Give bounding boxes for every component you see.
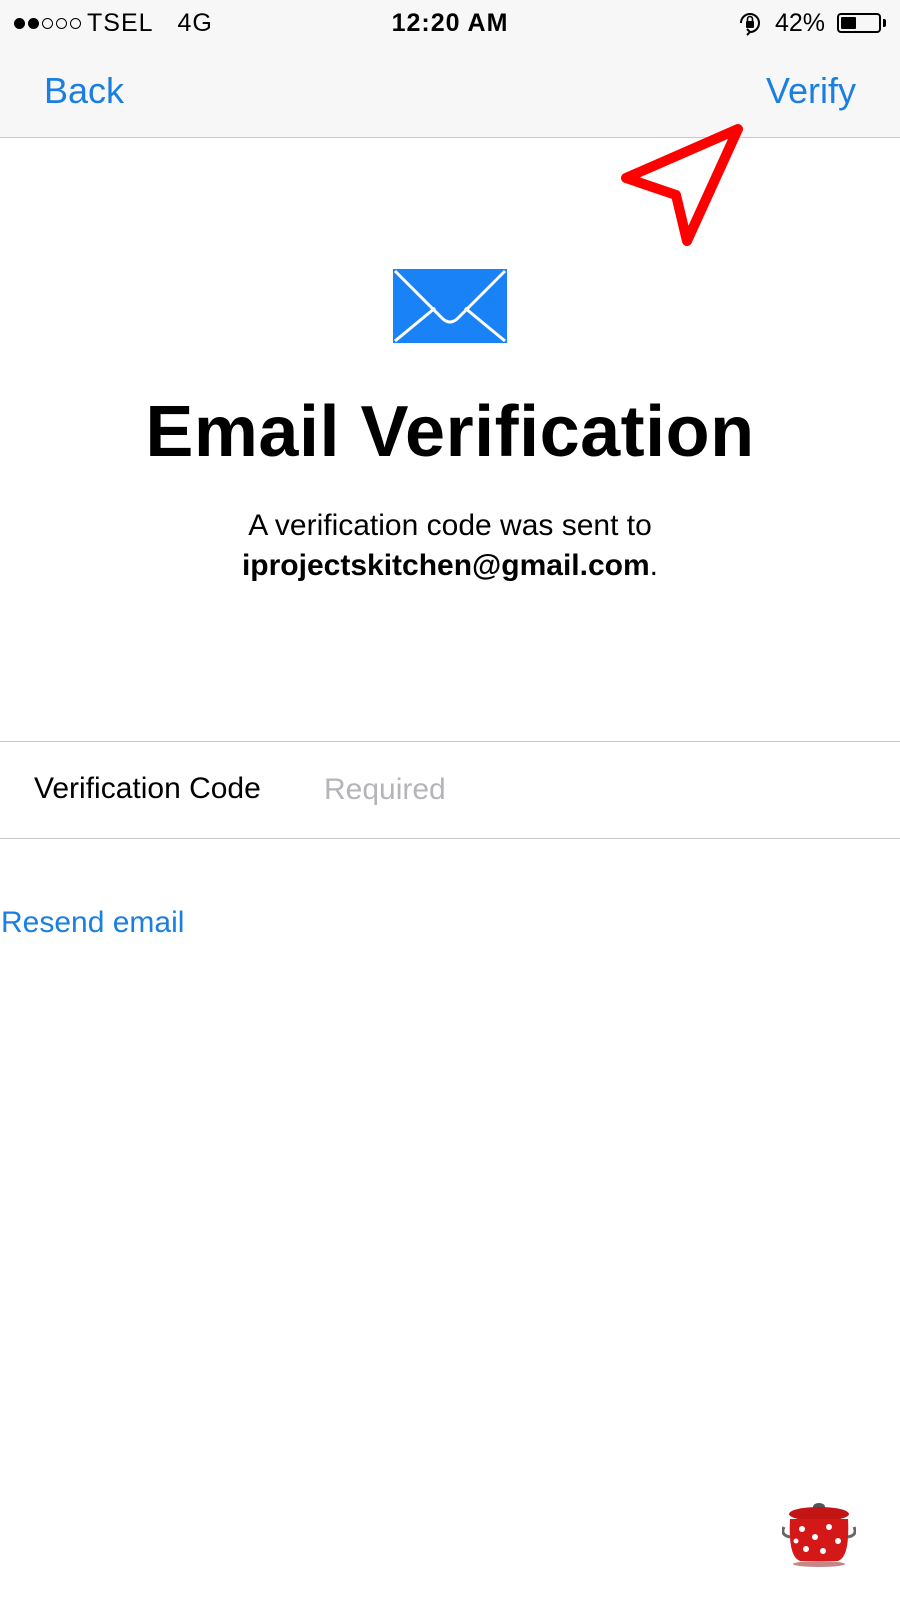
battery-fill (841, 17, 857, 29)
battery-tip (883, 19, 886, 27)
status-right: 42% (737, 0, 886, 46)
envelope-icon (393, 269, 507, 343)
page-title: Email Verification (145, 392, 755, 472)
subtitle-text: A verification code was sent to (248, 509, 652, 542)
email-line: iprojectskitchen@gmail.com. (0, 546, 900, 586)
battery-icon (837, 13, 886, 33)
verification-code-label: Verification Code (34, 772, 261, 805)
screen: TSEL 4G 12:20 AM 42% Back Verify Email V… (0, 0, 900, 1600)
email-address: iprojectskitchen@gmail.com (241, 549, 650, 582)
rotation-lock-icon (739, 13, 760, 36)
verification-code-row: Verification Code (0, 741, 900, 839)
navigation-bar: Back Verify (0, 46, 900, 138)
pot-sticker-icon (782, 1503, 856, 1567)
verify-button[interactable]: Verify (766, 70, 856, 112)
verification-code-input[interactable] (318, 762, 870, 818)
battery-body (837, 13, 881, 33)
annotation-arrow-icon (621, 124, 743, 246)
email-period: . (649, 549, 659, 582)
back-button[interactable]: Back (44, 70, 124, 112)
resend-email-link[interactable]: Resend email (1, 906, 184, 940)
battery-percentage: 42% (774, 9, 825, 37)
status-bar: TSEL 4G 12:20 AM 42% (0, 0, 900, 46)
